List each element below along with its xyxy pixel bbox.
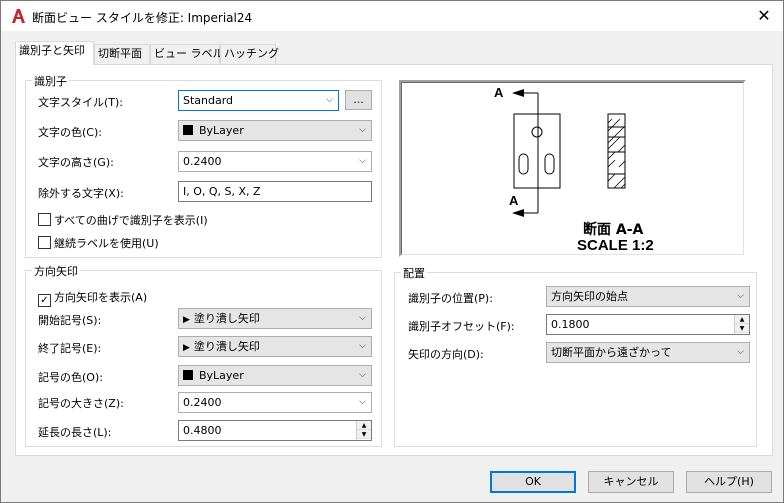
chevron-down-icon: ⌵ bbox=[737, 291, 744, 301]
identifier-position-select[interactable]: 方向矢印の始点 ⌵ bbox=[546, 286, 750, 307]
symbol-size-value: 0.2400 bbox=[183, 396, 222, 409]
text-color-label: 文字の色(C): bbox=[38, 126, 102, 139]
exclude-chars-label: 除外する文字(X): bbox=[38, 187, 124, 200]
chevron-down-icon: ⌵ bbox=[359, 313, 366, 323]
arrow-direction-value: 切断平面から遠ざかって bbox=[551, 346, 672, 359]
text-height-value: 0.2400 bbox=[183, 155, 222, 168]
close-icon[interactable]: ✕ bbox=[753, 5, 775, 27]
end-symbol-label: 終了記号(E): bbox=[38, 342, 102, 355]
preview-section-label: 断面 A-A bbox=[583, 222, 644, 238]
tab-view-label[interactable]: ビュー ラベル bbox=[150, 44, 224, 64]
show-all-bends-checkbox[interactable]: すべての曲げで識別子を表示(I) bbox=[38, 212, 208, 228]
identifier-offset-label: 識別子オフセット(F): bbox=[408, 320, 515, 333]
help-button[interactable]: ヘルプ(H) bbox=[686, 471, 772, 493]
arrow-direction-label: 矢印の方向(D): bbox=[408, 348, 484, 361]
dialog-window: 断面ビュー スタイルを修正: Imperial24 ✕ 識別子と矢印 切断平面 … bbox=[0, 0, 784, 503]
part-slot-right bbox=[544, 153, 555, 175]
section-hatch bbox=[607, 118, 626, 189]
continuous-label-text: 継続ラベルを使用(U) bbox=[54, 237, 159, 250]
placement-group: 配置 識別子の位置(P): 方向矢印の始点 ⌵ 識別子オフセット(F): 0.1… bbox=[394, 265, 757, 447]
spin-up-icon[interactable]: ▲ bbox=[735, 315, 749, 324]
spin-down-icon[interactable]: ▼ bbox=[735, 324, 749, 333]
filled-arrow-icon: ▶ bbox=[183, 315, 190, 325]
identifier-group: 識別子 文字スタイル(T): Standard ⌵ ... 文字の色(C): B… bbox=[25, 73, 382, 258]
direction-arrows-group: 方向矢印 ✓ 方向矢印を表示(A) 開始記号(S): ▶ 塗り潰し矢印 ⌵ 終了記号… bbox=[25, 263, 382, 447]
chevron-down-icon: ⌵ bbox=[359, 125, 366, 135]
direction-arrows-group-title: 方向矢印 bbox=[32, 263, 80, 279]
symbol-size-label: 記号の大きさ(Z): bbox=[38, 397, 124, 410]
start-symbol-select[interactable]: ▶ 塗り潰し矢印 ⌵ bbox=[178, 308, 372, 329]
chevron-down-icon: ⌵ bbox=[359, 156, 366, 166]
bottom-arrow-icon bbox=[512, 209, 524, 217]
preview-panel: A A 断面 A-A SCALE 1:2 bbox=[399, 80, 746, 257]
preview-frame: A A 断面 A-A SCALE 1:2 bbox=[401, 82, 744, 255]
start-symbol-value: 塗り潰し矢印 bbox=[193, 312, 260, 325]
symbol-size-select[interactable]: 0.2400 ⌵ bbox=[178, 392, 372, 413]
chevron-down-icon: ⌵ bbox=[326, 95, 333, 105]
section-outline bbox=[607, 113, 626, 189]
ok-button[interactable]: OK bbox=[490, 471, 576, 493]
chevron-down-icon: ⌵ bbox=[359, 341, 366, 351]
part-slot-left bbox=[518, 153, 529, 175]
chevron-down-icon: ⌵ bbox=[359, 397, 366, 407]
text-color-select[interactable]: ByLayer ⌵ bbox=[178, 120, 372, 141]
show-all-bends-label: すべての曲げで識別子を表示(I) bbox=[54, 214, 208, 227]
tab-page: 識別子 文字スタイル(T): Standard ⌵ ... 文字の色(C): B… bbox=[15, 64, 773, 456]
chevron-down-icon: ⌵ bbox=[359, 370, 366, 380]
text-style-label: 文字スタイル(T): bbox=[38, 96, 124, 109]
color-swatch bbox=[183, 125, 193, 135]
show-arrows-label: 方向矢印を表示(A) bbox=[54, 291, 148, 304]
section-preview-drawing bbox=[512, 89, 626, 217]
symbol-color-label: 記号の色(O): bbox=[38, 371, 103, 384]
end-symbol-select[interactable]: ▶ 塗り潰し矢印 ⌵ bbox=[178, 336, 372, 357]
identifier-group-title: 識別子 bbox=[32, 73, 69, 89]
identifier-position-label: 識別子の位置(P): bbox=[408, 292, 493, 305]
identifier-offset-value: 0.1800 bbox=[551, 318, 590, 331]
text-style-select[interactable]: Standard ⌵ bbox=[178, 90, 339, 111]
window-title: 断面ビュー スタイルを修正: Imperial24 bbox=[32, 11, 253, 25]
identifier-offset-input[interactable]: 0.1800 ▲ ▼ bbox=[546, 314, 750, 335]
extension-length-value: 0.4800 bbox=[183, 424, 222, 437]
filled-arrow-icon: ▶ bbox=[183, 343, 190, 353]
text-height-label: 文字の高さ(G): bbox=[38, 156, 114, 169]
checkmark-icon: ✓ bbox=[38, 294, 51, 307]
symbol-color-select[interactable]: ByLayer ⌵ bbox=[178, 365, 372, 386]
placement-group-title: 配置 bbox=[401, 265, 427, 281]
part-outline bbox=[513, 113, 561, 189]
show-arrows-checkbox[interactable]: ✓ 方向矢印を表示(A) bbox=[38, 289, 147, 307]
spin-down-icon[interactable]: ▼ bbox=[357, 430, 371, 439]
tab-identifier-arrows[interactable]: 識別子と矢印 bbox=[15, 41, 94, 65]
arrow-direction-select[interactable]: 切断平面から遠ざかって ⌵ bbox=[546, 342, 750, 363]
tab-hatching[interactable]: ハッチング bbox=[220, 44, 279, 64]
text-color-value: ByLayer bbox=[199, 124, 244, 137]
preview-scale-label: SCALE 1:2 bbox=[577, 237, 654, 254]
top-arrow-icon bbox=[512, 89, 524, 97]
color-swatch bbox=[183, 370, 193, 380]
preview-label-a-top: A bbox=[494, 85, 504, 100]
start-symbol-label: 開始記号(S): bbox=[38, 314, 102, 327]
autocad-logo-icon bbox=[12, 9, 25, 23]
text-height-select[interactable]: 0.2400 ⌵ bbox=[178, 151, 372, 172]
spin-up-icon[interactable]: ▲ bbox=[357, 421, 371, 430]
checkbox-box bbox=[38, 213, 51, 226]
end-symbol-value: 塗り潰し矢印 bbox=[193, 340, 260, 353]
preview-label-a-bottom: A bbox=[509, 193, 519, 208]
checkbox-box bbox=[38, 236, 51, 249]
text-style-value: Standard bbox=[183, 94, 234, 107]
extension-length-input[interactable]: 0.4800 ▲ ▼ bbox=[178, 420, 372, 441]
identifier-position-value: 方向矢印の始点 bbox=[551, 290, 628, 303]
browse-text-style-button[interactable]: ... bbox=[345, 90, 372, 110]
cancel-button[interactable]: キャンセル bbox=[588, 471, 674, 493]
continuous-label-checkbox[interactable]: 継続ラベルを使用(U) bbox=[38, 235, 159, 251]
identifier-offset-spinner[interactable]: ▲ ▼ bbox=[734, 315, 749, 334]
tab-cutting-plane[interactable]: 切断平面 bbox=[94, 44, 150, 64]
part-hole bbox=[531, 126, 543, 138]
symbol-color-value: ByLayer bbox=[199, 369, 244, 382]
chevron-down-icon: ⌵ bbox=[737, 347, 744, 357]
extension-length-label: 延長の長さ(L): bbox=[38, 426, 112, 439]
exclude-chars-input[interactable]: I, O, Q, S, X, Z bbox=[178, 181, 372, 202]
extension-length-spinner[interactable]: ▲ ▼ bbox=[356, 421, 371, 440]
title-bar: 断面ビュー スタイルを修正: Imperial24 ✕ bbox=[1, 1, 783, 31]
